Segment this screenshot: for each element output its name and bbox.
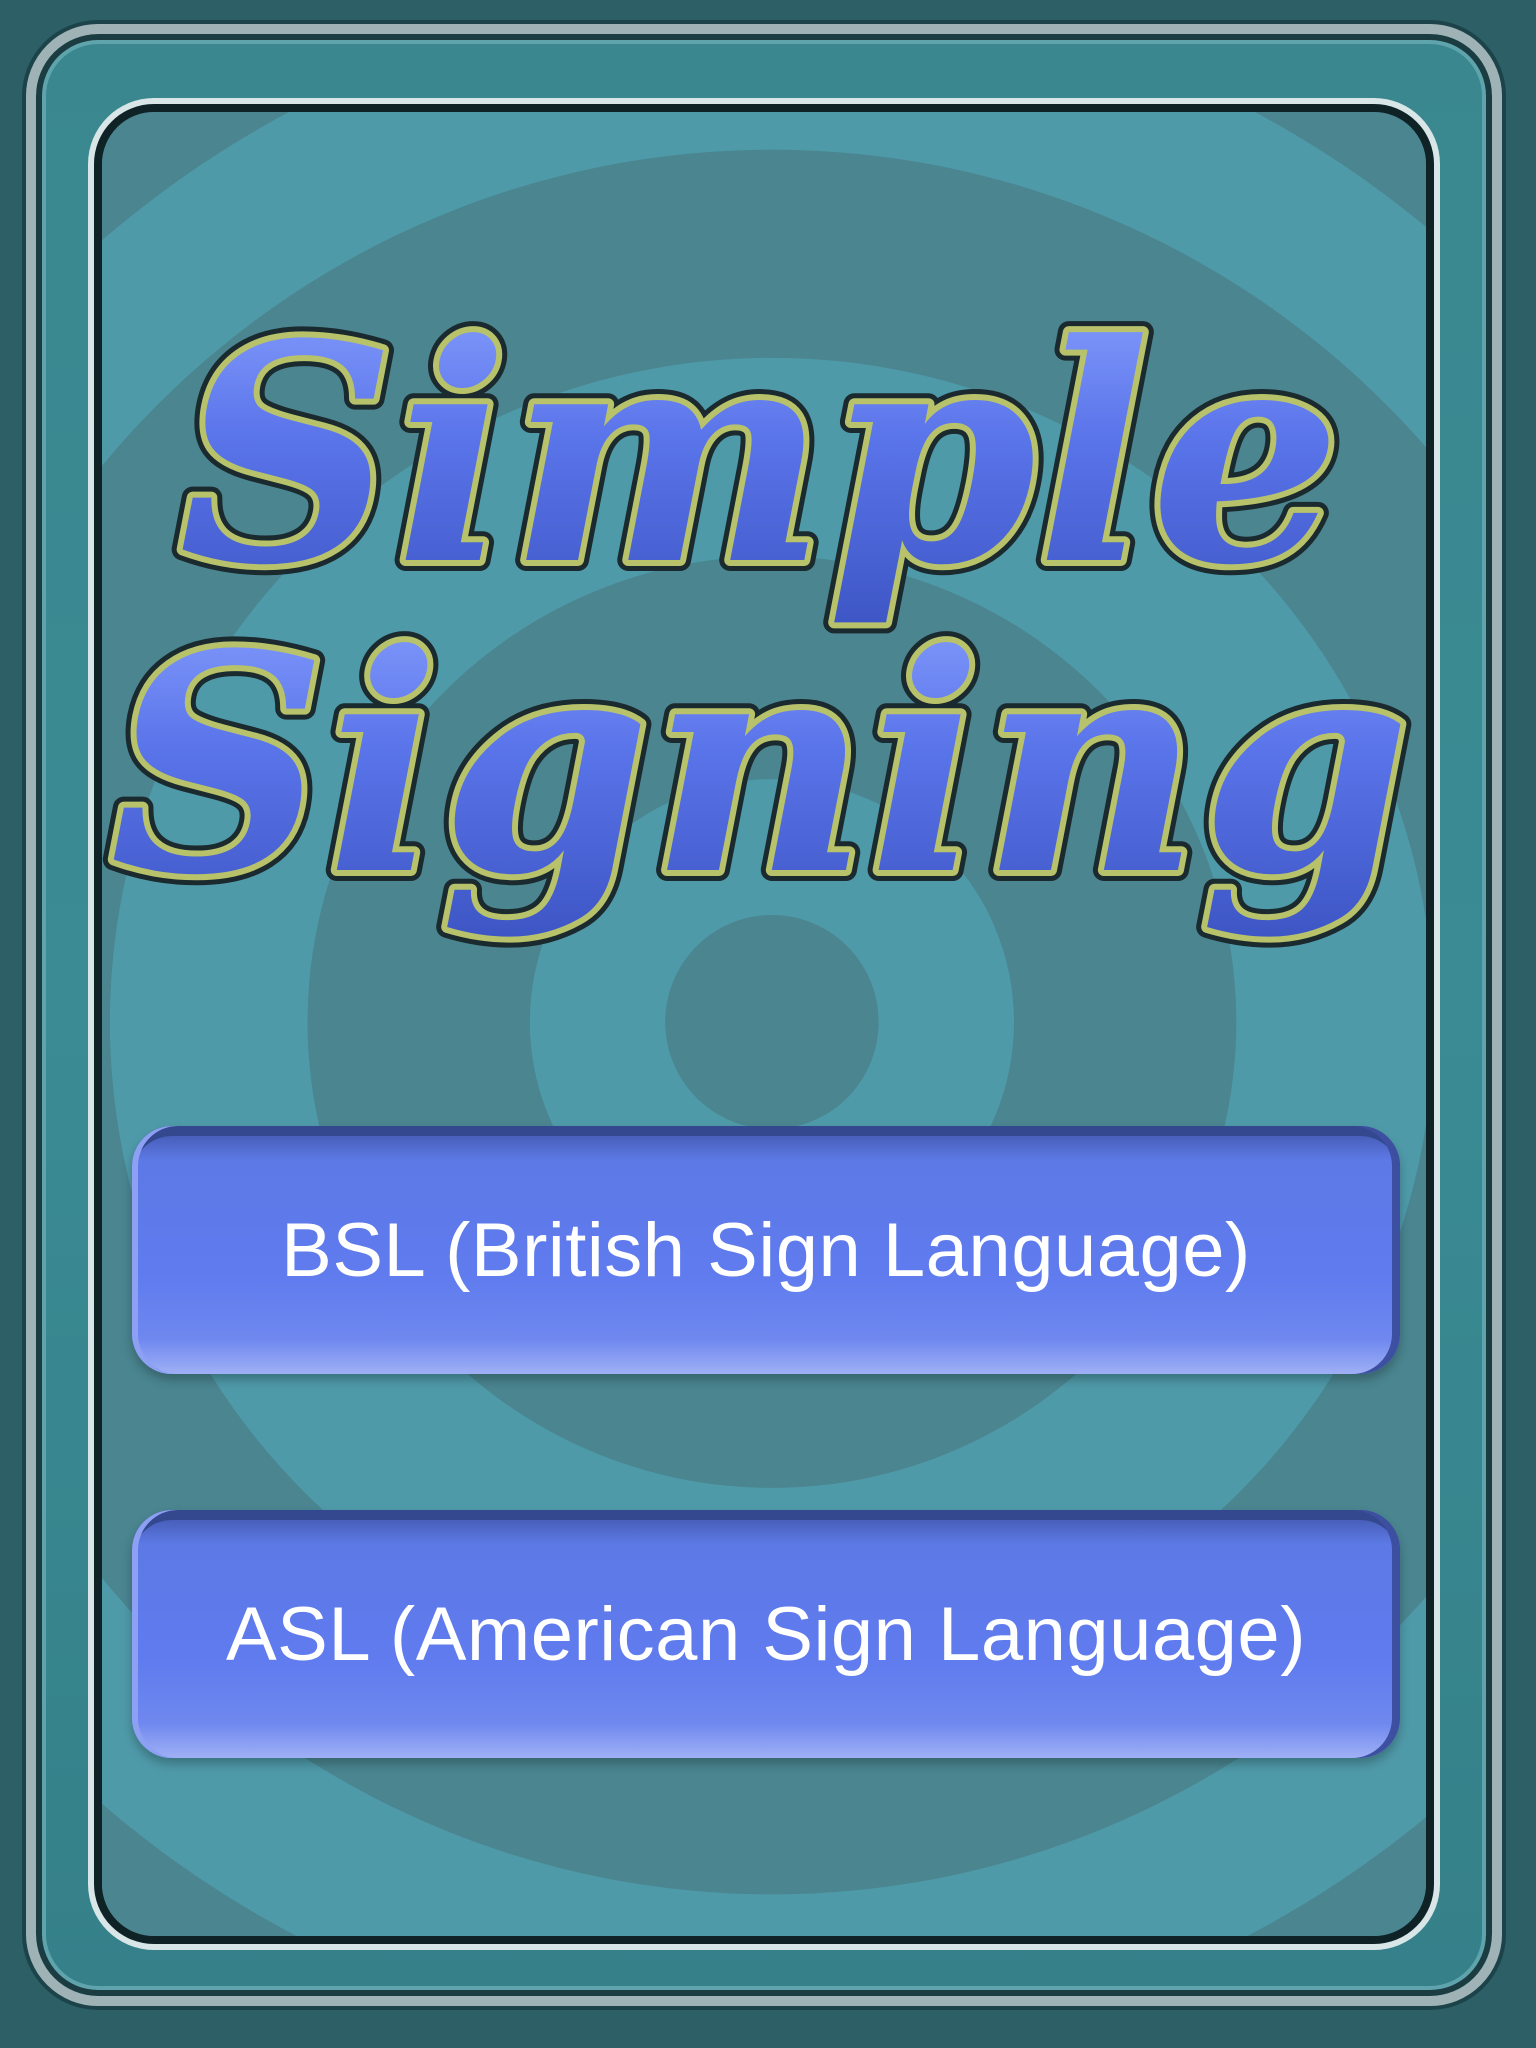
asl-button-label: ASL (American Sign Language) — [225, 1591, 1307, 1677]
bsl-button[interactable]: BSL (British Sign Language) — [132, 1126, 1400, 1374]
bsl-button-label: BSL (British Sign Language) — [281, 1207, 1251, 1293]
asl-button[interactable]: ASL (American Sign Language) — [132, 1510, 1400, 1758]
